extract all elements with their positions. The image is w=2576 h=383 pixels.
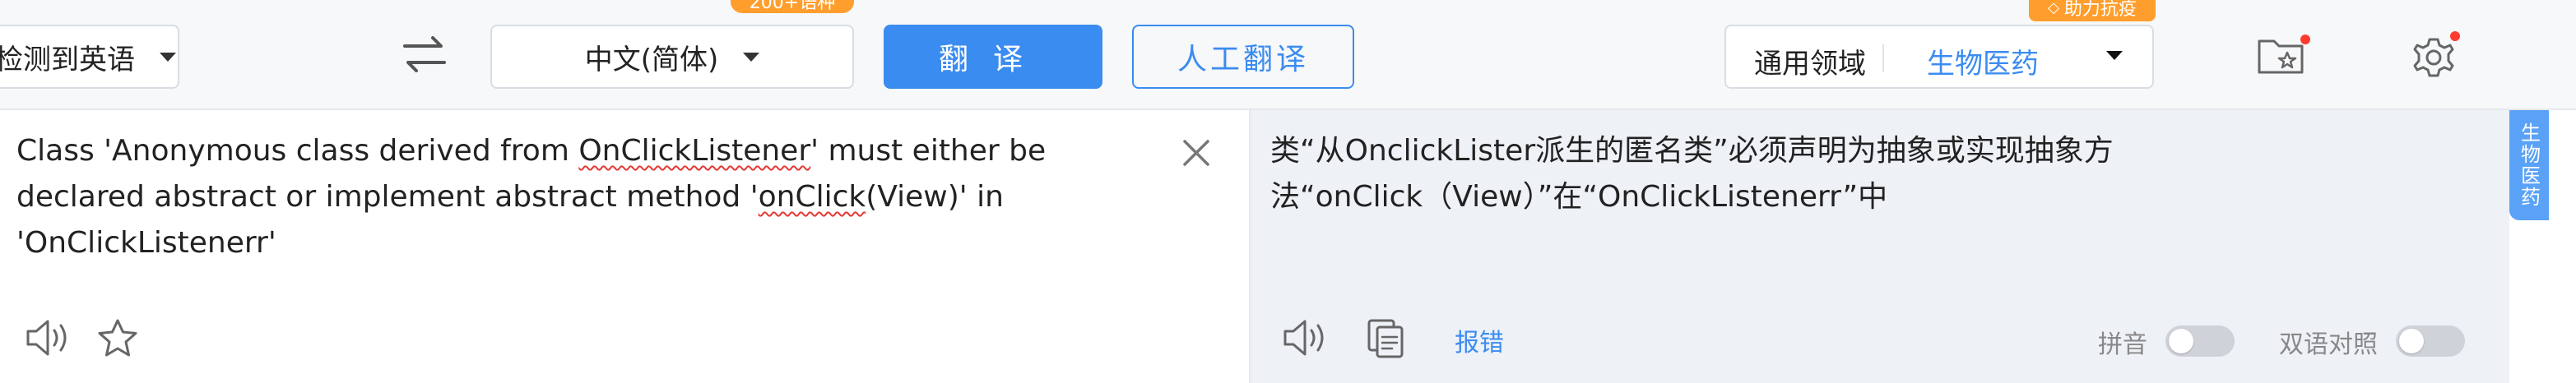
target-language-label: 中文(简体) (584, 43, 719, 76)
domain-selected-value[interactable]: 生物医药 (1927, 41, 2039, 81)
chevron-down-icon (743, 52, 760, 62)
source-line: declared abstract or implement abstract … (16, 174, 1152, 220)
bilingual-toggle[interactable] (2396, 325, 2465, 357)
favorites-notification-dot (2300, 35, 2310, 44)
target-pane: 类“从OnclickLister派生的匿名类”必须声明为抽象或实现抽象方 法“o… (1251, 110, 2509, 383)
source-language-label: 检测到英语 (0, 43, 135, 76)
close-icon[interactable] (1178, 135, 1214, 171)
translation-line: 类“从OnclickLister派生的匿名类”必须声明为抽象或实现抽象方 (1270, 134, 2114, 168)
chevron-down-icon[interactable] (2106, 51, 2123, 60)
source-text-segment: declared abstract or implement abstract … (16, 180, 759, 214)
domain-general-label[interactable]: 通用领域 (1754, 41, 1866, 81)
toolbar: 检测到英语 中文(简体) 200+语种 翻译 人工翻译 通用领域 生物医药 ◇ … (0, 0, 2576, 110)
source-pane[interactable]: Class 'Anonymous class derived from OnCl… (0, 110, 1249, 383)
report-error-link[interactable]: 报错 (1455, 322, 1504, 358)
heart-tag-icon: ◇ (2048, 0, 2059, 16)
translation-text[interactable]: 类“从OnclickLister派生的匿名类”必须声明为抽象或实现抽象方 法“o… (1270, 128, 2258, 220)
language-count-badge: 200+语种 (731, 0, 854, 13)
bilingual-label: 双语对照 (2279, 330, 2378, 359)
source-text[interactable]: Class 'Anonymous class derived from OnCl… (16, 128, 1152, 266)
target-language-select[interactable]: 中文(简体) (490, 25, 854, 89)
right-edge-strip (2549, 110, 2576, 383)
source-text-segment: ' must either be (810, 134, 1047, 168)
help-fight-epidemic-tag: ◇ 助力抗疫 (2029, 0, 2156, 21)
settings-notification-dot (2450, 31, 2460, 41)
copy-icon[interactable] (1366, 317, 1407, 360)
source-text-segment: Class 'Anonymous class derived from (16, 134, 579, 168)
settings-gear-icon[interactable] (2409, 33, 2458, 82)
domain-separator (1882, 44, 1884, 72)
pinyin-label: 拼音 (2098, 330, 2147, 359)
source-language-select[interactable]: 检测到英语 (0, 25, 179, 89)
star-icon[interactable] (95, 317, 140, 360)
domain-select[interactable]: 通用领域 生物医药 (1724, 25, 2154, 89)
translation-line: 法“onClick（View）”在“OnClickListenerr”中 (1270, 180, 1888, 214)
spellcheck-word[interactable]: OnClickListener (578, 134, 810, 168)
domain-side-tab[interactable]: 生物医药 (2509, 110, 2549, 220)
speaker-icon[interactable] (1282, 317, 1330, 358)
source-line: 'OnClickListenerr' (16, 226, 276, 260)
chevron-down-icon (160, 52, 176, 62)
spellcheck-word[interactable]: onClick (759, 180, 866, 214)
pinyin-toggle[interactable] (2165, 325, 2235, 357)
source-line: Class 'Anonymous class derived from OnCl… (16, 128, 1152, 174)
help-tag-label: 助力抗疫 (2063, 0, 2137, 20)
human-translate-button[interactable]: 人工翻译 (1132, 25, 1354, 89)
speaker-icon[interactable] (25, 317, 72, 358)
translate-button[interactable]: 翻译 (884, 25, 1102, 89)
source-text-segment: (View)' in (866, 180, 1004, 214)
swap-languages-icon[interactable] (401, 31, 448, 77)
